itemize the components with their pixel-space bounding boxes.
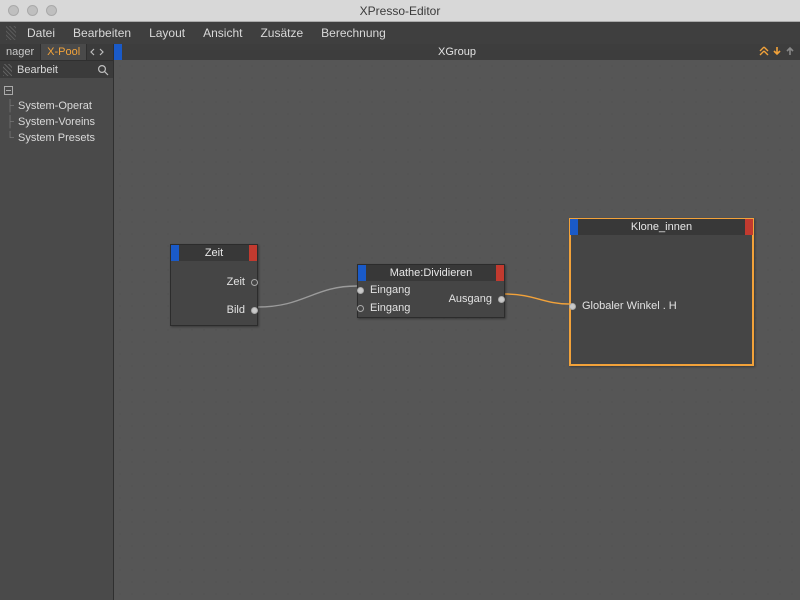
tree-branch-icon: ├: [4, 116, 16, 128]
search-icon[interactable]: [96, 63, 110, 77]
node-title-label: Zeit: [171, 247, 257, 259]
port-label: Bild: [219, 304, 253, 316]
menu-ansicht[interactable]: Ansicht: [194, 22, 251, 44]
menu-datei[interactable]: Datei: [18, 22, 64, 44]
port-row[interactable]: Eingang: [358, 281, 422, 299]
tree-branch-icon: ├: [4, 100, 16, 112]
output-chip-icon: [249, 245, 257, 261]
input-chip-icon: [114, 44, 122, 60]
zoom-window-button[interactable]: [46, 5, 57, 16]
filter-row: Bearbeit: [0, 60, 113, 78]
port-label: Eingang: [362, 302, 418, 314]
tab-xpool[interactable]: X-Pool: [41, 44, 87, 60]
tree-branch-icon: └: [4, 132, 16, 144]
output-port[interactable]: [498, 296, 505, 303]
node-title[interactable]: Klone_innen: [570, 219, 753, 235]
output-port[interactable]: [251, 279, 258, 286]
tree-row[interactable]: ├ System-Voreins: [0, 114, 113, 130]
filter-field[interactable]: Bearbeit: [14, 64, 94, 76]
port-row[interactable]: Eingang: [358, 299, 422, 317]
sidebar-tree: ├ System-Operat ├ System-Voreins └ Syste…: [0, 78, 113, 150]
tab-manager[interactable]: nager: [0, 44, 41, 60]
port-label: Eingang: [362, 284, 418, 296]
tab-scroll-arrows[interactable]: [87, 44, 107, 60]
grip-icon[interactable]: [6, 26, 16, 40]
tree-row[interactable]: ├ System-Operat: [0, 98, 113, 114]
canvas-nav-arrows[interactable]: [758, 45, 796, 57]
menubar: Datei Bearbeiten Layout Ansicht Zusätze …: [0, 22, 800, 44]
tree-row[interactable]: └ System Presets: [0, 130, 113, 146]
menu-layout[interactable]: Layout: [140, 22, 194, 44]
menu-bearbeiten[interactable]: Bearbeiten: [64, 22, 140, 44]
port-label: Globaler Winkel . H: [574, 300, 685, 312]
sidebar: nager X-Pool Bearbeit ├ System-Operat: [0, 44, 114, 600]
port-label: Ausgang: [441, 293, 500, 305]
node-klone-innen[interactable]: Klone_innen Globaler Winkel . H: [569, 218, 754, 366]
input-port[interactable]: [357, 305, 364, 312]
nav-up-icon[interactable]: [784, 45, 796, 57]
sidebar-tabs: nager X-Pool: [0, 44, 113, 60]
input-port[interactable]: [569, 303, 576, 310]
node-canvas[interactable]: Zeit Zeit Bild Mathe:Dividieren: [114, 60, 800, 600]
nav-down-icon[interactable]: [771, 45, 783, 57]
nav-out-icon[interactable]: [758, 45, 770, 57]
node-title[interactable]: Mathe:Dividieren: [358, 265, 504, 281]
collapse-icon[interactable]: [4, 86, 13, 95]
canvas-area: XGroup Zeit Zeit: [114, 44, 800, 600]
node-title-label: Klone_innen: [570, 221, 753, 233]
menu-zusaetze[interactable]: Zusätze: [251, 22, 312, 44]
port-row[interactable]: Globaler Winkel . H: [570, 297, 753, 315]
node-mathe-dividieren[interactable]: Mathe:Dividieren Eingang Eingang: [357, 264, 505, 318]
tree-label: System Presets: [18, 132, 95, 144]
close-window-button[interactable]: [8, 5, 19, 16]
grip-icon[interactable]: [3, 64, 12, 76]
tree-label: System-Operat: [18, 100, 92, 112]
titlebar: XPresso-Editor: [0, 0, 800, 22]
tree-row[interactable]: [0, 82, 113, 98]
output-chip-icon: [496, 265, 504, 281]
output-port[interactable]: [251, 307, 258, 314]
menu-berechnung[interactable]: Berechnung: [312, 22, 395, 44]
port-row[interactable]: Zeit: [171, 273, 257, 291]
minimize-window-button[interactable]: [27, 5, 38, 16]
port-row[interactable]: Ausgang: [424, 290, 504, 308]
window-title: XPresso-Editor: [0, 4, 800, 18]
node-zeit[interactable]: Zeit Zeit Bild: [170, 244, 258, 326]
output-chip-icon: [745, 219, 753, 235]
traffic-lights: [8, 5, 57, 16]
port-row[interactable]: Bild: [171, 301, 257, 319]
input-port[interactable]: [357, 287, 364, 294]
canvas-header[interactable]: XGroup: [114, 44, 800, 60]
xgroup-title: XGroup: [114, 46, 800, 58]
tree-label: System-Voreins: [18, 116, 95, 128]
node-title-label: Mathe:Dividieren: [358, 267, 504, 279]
node-title[interactable]: Zeit: [171, 245, 257, 261]
port-label: Zeit: [219, 276, 253, 288]
